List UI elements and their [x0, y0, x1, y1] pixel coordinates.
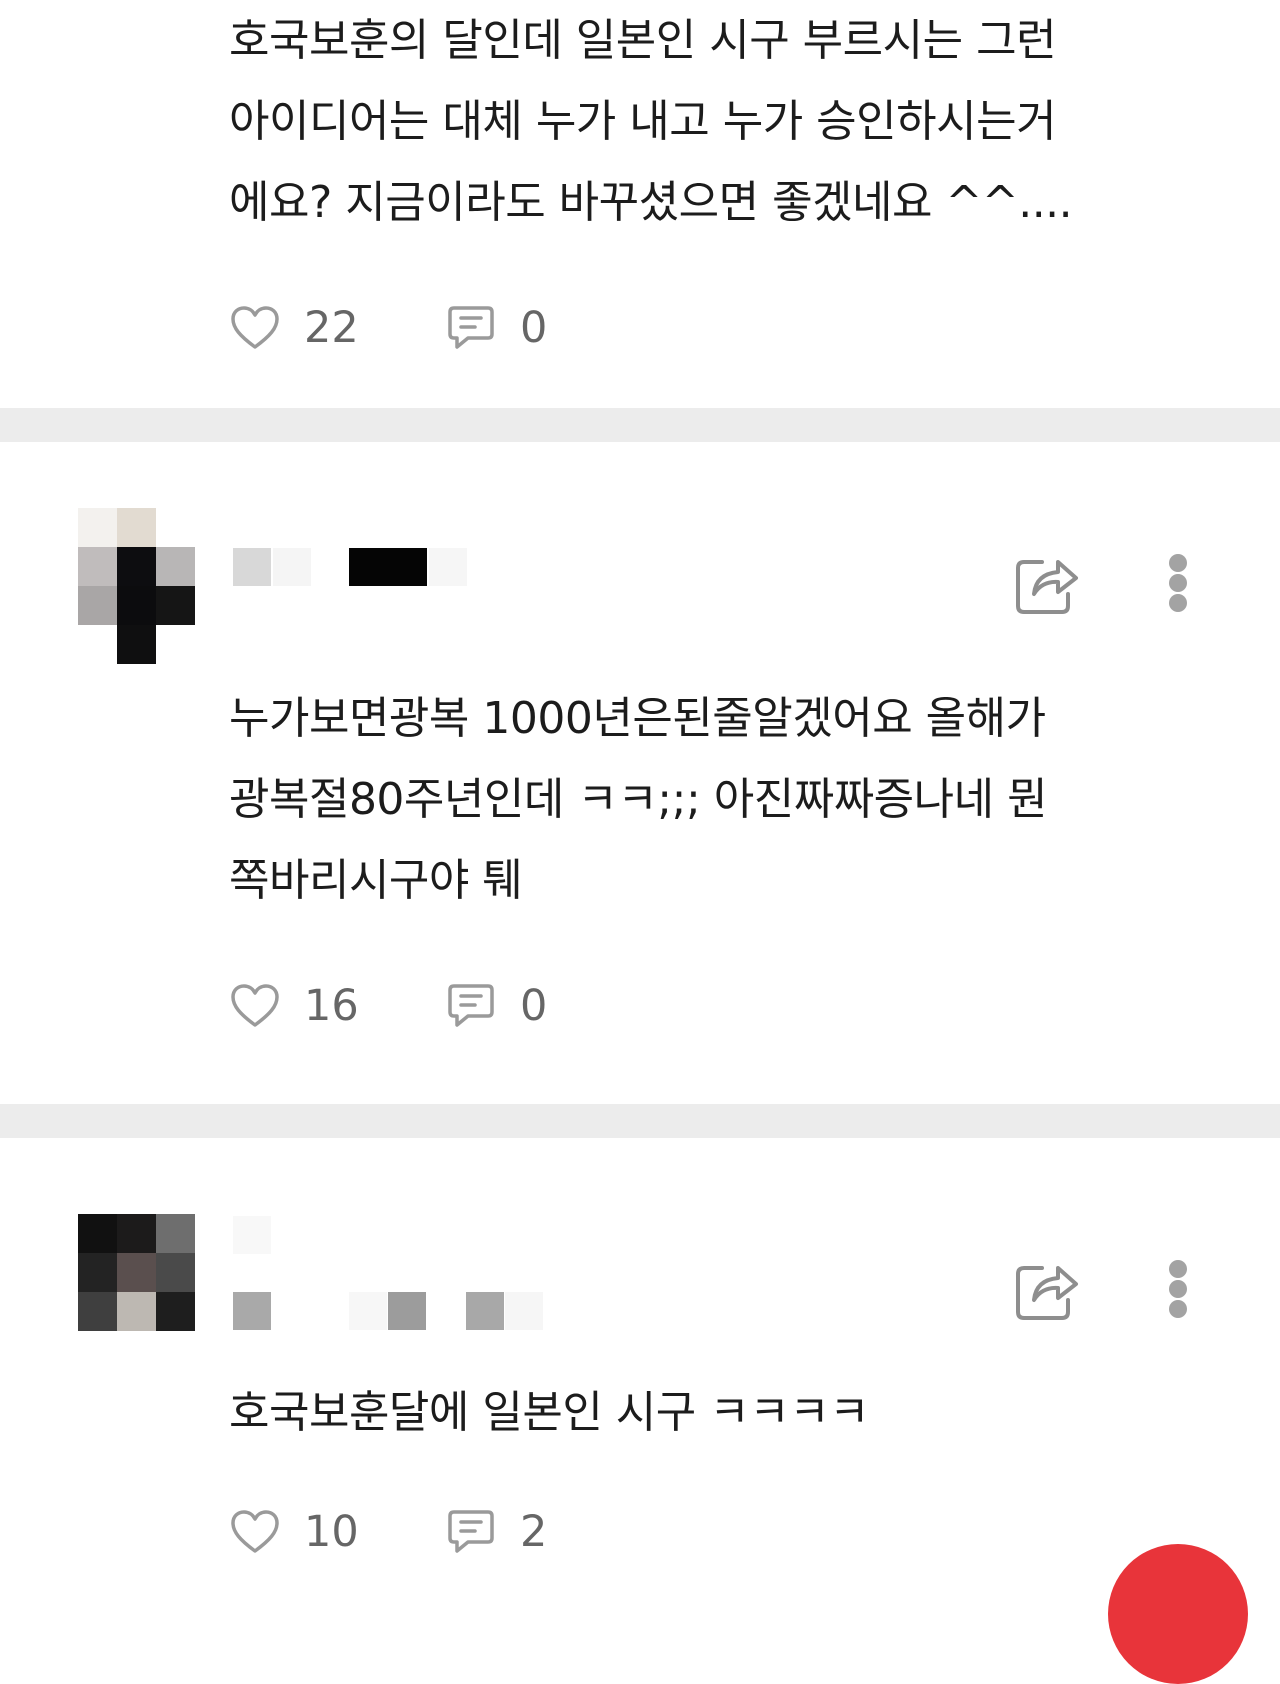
reply-count: 0	[520, 981, 548, 1031]
comment-card: 호국보훈달에 일본인 시구 ㅋㅋㅋㅋ 10 2	[0, 1138, 1280, 1606]
comment-text: 호국보훈달에 일본인 시구 ㅋㅋㅋㅋ	[229, 1387, 870, 1438]
section-divider	[0, 408, 1280, 442]
avatar[interactable]	[78, 1214, 195, 1374]
reply-count: 0	[520, 303, 548, 353]
share-button[interactable]	[1012, 1254, 1082, 1324]
heart-outline-icon	[231, 984, 279, 1027]
comment-text: 누가보면광복 1000년은된줄알겠어요 올해가 광복절80주년인데 ㅋㅋ;;; …	[229, 693, 1048, 906]
comment-text: 호국보훈의 달인데 일본인 시구 부르시는 그런 아이디어는 대체 누가 내고 …	[229, 15, 1073, 228]
comment-card: 호국보훈의 달인데 일본인 시구 부르시는 그런 아이디어는 대체 누가 내고 …	[0, 0, 1280, 412]
share-arrow-icon	[1016, 560, 1078, 614]
like-button[interactable]: 10	[230, 1502, 359, 1562]
reply-count: 2	[520, 1507, 548, 1557]
speech-bubble-icon	[448, 306, 494, 349]
speech-bubble-icon	[448, 984, 494, 1027]
heart-outline-icon	[231, 1510, 279, 1553]
like-count: 16	[304, 981, 359, 1031]
heart-outline-icon	[231, 306, 279, 349]
reply-button[interactable]: 2	[446, 1502, 547, 1562]
floating-action-button[interactable]	[1108, 1544, 1248, 1684]
like-button[interactable]: 16	[230, 976, 359, 1036]
avatar[interactable]	[78, 508, 195, 668]
speech-bubble-icon	[448, 1510, 494, 1553]
more-options-button[interactable]	[1160, 1254, 1196, 1324]
like-button[interactable]: 22	[230, 298, 359, 358]
share-button[interactable]	[1012, 548, 1082, 618]
share-arrow-icon	[1016, 1266, 1078, 1320]
reply-button[interactable]: 0	[446, 976, 547, 1036]
like-count: 22	[304, 303, 359, 353]
comment-card: 누가보면광복 1000년은된줄알겠어요 올해가 광복절80주년인데 ㅋㅋ;;; …	[0, 442, 1280, 1106]
section-divider	[0, 1104, 1280, 1138]
like-count: 10	[304, 1507, 359, 1557]
reply-button[interactable]: 0	[446, 298, 547, 358]
more-options-button[interactable]	[1160, 548, 1196, 618]
